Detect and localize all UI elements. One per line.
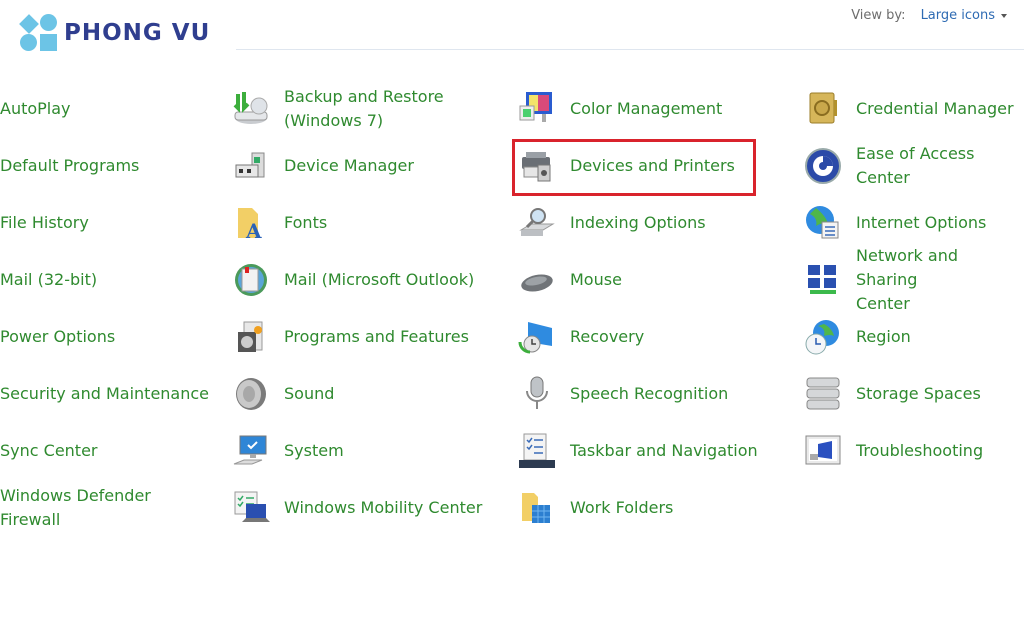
item-label: Ease of Access Center — [856, 143, 975, 187]
control-panel-item[interactable]: Speech Recognition — [518, 365, 728, 422]
work-folders-icon — [518, 489, 556, 527]
item-label: Region — [856, 326, 911, 346]
microphone-icon — [518, 375, 556, 413]
network-icon — [804, 261, 842, 299]
control-panel-item[interactable]: Sound — [232, 365, 334, 422]
control-panel-item[interactable]: Taskbar and Navigation — [518, 422, 758, 479]
troubleshooting-icon — [804, 432, 842, 470]
control-panel-item[interactable]: Troubleshooting — [804, 422, 983, 479]
control-panel-item[interactable]: Internet Options — [804, 194, 986, 251]
item-label: Mail (Microsoft Outlook) — [284, 269, 475, 289]
item-label: Storage Spaces — [856, 383, 981, 403]
item-label: Mouse — [570, 269, 622, 289]
ease-of-access-icon — [804, 147, 842, 185]
fonts-icon: A — [232, 204, 270, 243]
control-panel-item[interactable]: Programs and Features — [232, 308, 469, 365]
item-label: Speech Recognition — [570, 383, 729, 403]
computer-icon — [232, 432, 270, 470]
item-label: AutoPlay — [0, 98, 71, 118]
item-label: Programs and Features — [284, 326, 469, 346]
item-label: Taskbar and Navigation — [570, 440, 758, 460]
item-label: Work Folders — [570, 497, 674, 517]
control-panel-item[interactable]: Credential Manager — [804, 80, 1014, 137]
item-label: Windows Defender Firewall — [0, 485, 151, 529]
control-panel-item[interactable]: Security and Maintenance — [0, 365, 209, 422]
brand-logo: PHONG VU — [19, 14, 211, 52]
speaker-icon — [232, 375, 270, 413]
item-label: Troubleshooting — [856, 440, 984, 460]
highlight-box — [512, 139, 756, 196]
recovery-icon — [518, 318, 556, 356]
control-panel-item[interactable]: Windows Mobility Center — [232, 479, 482, 536]
item-label: Sync Center — [0, 440, 98, 460]
item-label: Backup and Restore (Windows 7) — [284, 86, 444, 130]
region-globe-clock-icon — [804, 318, 842, 356]
item-label: Sound — [284, 383, 335, 403]
item-label: Device Manager — [284, 155, 414, 175]
backup-restore-icon — [232, 90, 270, 128]
taskbar-icon — [518, 432, 556, 470]
outlook-mail-icon — [232, 261, 270, 299]
control-panel-item[interactable]: Color Management — [518, 80, 722, 137]
color-management-icon — [518, 90, 556, 128]
control-panel-item[interactable]: Default Programs — [0, 137, 139, 194]
logo-mark-icon — [19, 14, 60, 52]
control-panel-item[interactable]: AutoPlay — [0, 80, 71, 137]
credential-vault-icon — [804, 90, 842, 128]
view-by-value: Large icons — [920, 8, 995, 23]
item-label: Color Management — [570, 98, 723, 118]
svg-text:A: A — [245, 219, 262, 242]
control-panel-item[interactable]: A Fonts — [232, 194, 327, 251]
control-panel-item[interactable]: Mouse — [518, 251, 622, 308]
item-label: Internet Options — [856, 212, 987, 232]
mouse-icon — [518, 261, 556, 299]
control-panel-item[interactable]: Recovery — [518, 308, 644, 365]
control-panel-item[interactable]: Mail (Microsoft Outlook) — [232, 251, 474, 308]
control-panel-item[interactable]: Sync Center — [0, 422, 98, 479]
control-panel-item[interactable]: Region — [804, 308, 911, 365]
control-panel-item[interactable]: Indexing Options — [518, 194, 706, 251]
view-by-control: View by: Large icons — [851, 8, 1007, 23]
control-panel-item[interactable]: Windows Defender Firewall — [0, 479, 151, 536]
control-panel-item[interactable]: Mail (32-bit) — [0, 251, 97, 308]
item-label: Mail (32-bit) — [0, 269, 98, 289]
control-panel-item[interactable]: File History — [0, 194, 89, 251]
internet-options-icon — [804, 204, 842, 242]
storage-spaces-icon — [804, 375, 842, 413]
item-label: Indexing Options — [570, 212, 706, 232]
header-divider — [236, 49, 1024, 50]
item-label: Recovery — [570, 326, 645, 346]
mobility-center-icon — [232, 489, 270, 527]
indexing-icon — [518, 204, 556, 242]
brand-name: PHONG VU — [64, 20, 211, 46]
item-label: Security and Maintenance — [0, 383, 210, 403]
control-panel-item[interactable]: Storage Spaces — [804, 365, 981, 422]
control-panel-item[interactable]: Work Folders — [518, 479, 673, 536]
item-label: Windows Mobility Center — [284, 497, 483, 517]
control-panel-item[interactable]: Backup and Restore (Windows 7) — [232, 80, 444, 137]
control-panel-item[interactable]: Ease of Access Center — [804, 137, 1024, 194]
item-label: System — [284, 440, 344, 460]
item-label: File History — [0, 212, 89, 232]
device-manager-icon — [232, 147, 270, 185]
view-by-label: View by: — [851, 8, 906, 23]
item-label: Fonts — [284, 212, 328, 232]
item-label: Default Programs — [0, 155, 140, 175]
chevron-down-icon — [1001, 13, 1007, 18]
control-panel-item[interactable]: Device Manager — [232, 137, 414, 194]
item-label: Network and Sharing Center — [856, 245, 958, 313]
control-panel-item[interactable]: Network and Sharing Center — [804, 246, 1024, 313]
control-panel-item[interactable]: Power Options — [0, 308, 115, 365]
view-by-dropdown[interactable]: Large icons — [921, 8, 1007, 23]
control-panel-item[interactable]: System — [232, 422, 344, 479]
programs-features-icon — [232, 318, 270, 356]
item-label: Power Options — [0, 326, 116, 346]
item-label: Credential Manager — [856, 98, 1014, 118]
